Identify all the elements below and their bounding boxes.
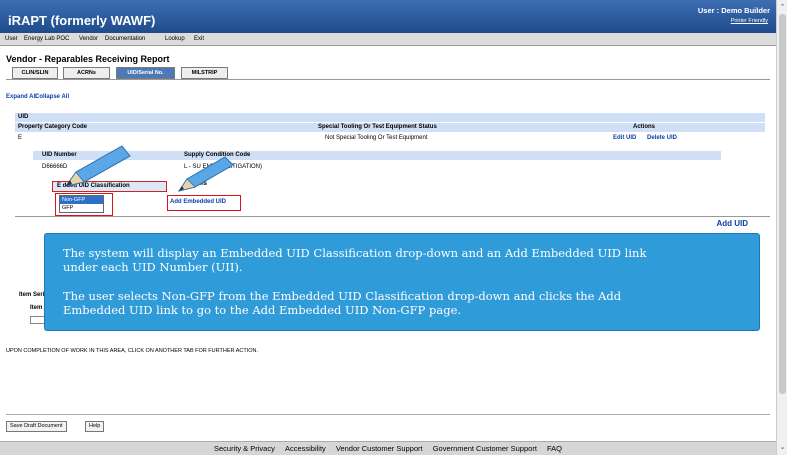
user-info: User : Demo Builder bbox=[697, 6, 770, 15]
scroll-down-icon[interactable]: ⌄ bbox=[778, 443, 787, 452]
item-label: Item bbox=[30, 305, 43, 311]
completion-notice: UPON COMPLETION OF WORK IN THIS AREA, CL… bbox=[6, 348, 259, 354]
menu-user[interactable]: User bbox=[5, 36, 18, 42]
footer-faq[interactable]: FAQ bbox=[547, 444, 562, 453]
add-embedded-uid-link[interactable]: Add Embedded UID bbox=[167, 195, 241, 211]
callout-line-2: under each UID Number (UII). bbox=[63, 260, 243, 274]
edit-uid-link[interactable]: Edit UID bbox=[613, 134, 636, 143]
uid-number-header: UID Number Supply Condition Code bbox=[33, 151, 721, 160]
col-special-tooling: Special Tooling Or Test Equipment Status bbox=[318, 124, 437, 130]
delete-uid-link[interactable]: Delete UID bbox=[647, 134, 677, 143]
tab-milstrip[interactable]: MILSTRIP bbox=[181, 67, 228, 79]
help-button[interactable]: Help bbox=[85, 421, 105, 432]
option-non-gfp[interactable]: Non-GFP bbox=[60, 196, 103, 204]
footer-government-support[interactable]: Government Customer Support bbox=[433, 444, 537, 453]
col-actions: Actions bbox=[633, 124, 656, 130]
uid-number-row: D66666D L - SU ENDED (LITIGATION) bbox=[33, 163, 721, 172]
footer: Security & Privacy Accessibility Vendor … bbox=[0, 441, 776, 455]
collapse-all-link[interactable]: Collapse All bbox=[35, 94, 69, 100]
vertical-scrollbar[interactable]: ⌃ ⌄ bbox=[776, 0, 787, 455]
menu-exit[interactable]: Exit bbox=[194, 36, 204, 42]
pencil-icon bbox=[64, 145, 131, 187]
menu-lookup[interactable]: Lookup bbox=[165, 36, 185, 42]
app-title: iRAPT (formerly WAWF) bbox=[8, 13, 156, 28]
tab-uid-serial[interactable]: UID/Serial No. bbox=[116, 67, 175, 79]
item-serial-label: Item Seri bbox=[19, 292, 45, 298]
option-gfp[interactable]: GFP bbox=[60, 204, 103, 212]
menu-energy-lab-poc[interactable]: Energy Lab POC bbox=[24, 36, 69, 42]
expand-all-link[interactable]: Expand All bbox=[6, 94, 37, 100]
callout-line-1: The system will display an Embedded UID … bbox=[63, 246, 647, 260]
special-status-value: Not Special Tooling Or Test Equipment bbox=[325, 135, 428, 141]
property-code-value: E bbox=[18, 135, 23, 141]
footer-vendor-support[interactable]: Vendor Customer Support bbox=[336, 444, 423, 453]
embedded-uid-classification-select[interactable]: Non-GFP GFP bbox=[59, 195, 104, 213]
add-uid-link[interactable]: Add UID bbox=[716, 219, 748, 228]
tab-divider bbox=[6, 79, 770, 80]
app-header: iRAPT (formerly WAWF) User : Demo Builde… bbox=[0, 0, 776, 33]
footer-accessibility[interactable]: Accessibility bbox=[285, 444, 326, 453]
page: iRAPT (formerly WAWF) User : Demo Builde… bbox=[0, 0, 776, 455]
printer-friendly-link[interactable]: Printer Friendly bbox=[731, 18, 768, 24]
menu-documentation[interactable]: Documentation bbox=[105, 36, 145, 42]
page-title: Vendor - Reparables Receiving Report bbox=[6, 54, 170, 64]
scroll-thumb[interactable] bbox=[779, 14, 786, 394]
callout-line-3: The user selects Non-GFP from the Embedd… bbox=[63, 289, 622, 303]
col-property-category: Property Category Code bbox=[18, 124, 88, 130]
section-divider bbox=[15, 216, 770, 217]
bottom-divider bbox=[6, 414, 770, 415]
tab-acrns[interactable]: ACRNs bbox=[63, 67, 110, 79]
footer-security-privacy[interactable]: Security & Privacy bbox=[214, 444, 275, 453]
uid-column-headers: Property Category Code Special Tooling O… bbox=[15, 123, 765, 132]
callout-line-4: Embedded UID link to go to the Add Embed… bbox=[63, 303, 462, 317]
scroll-up-icon[interactable]: ⌃ bbox=[778, 3, 787, 12]
pencil-icon bbox=[177, 156, 234, 192]
save-draft-button[interactable]: Save Draft Document bbox=[6, 421, 67, 432]
instruction-callout: The system will display an Embedded UID … bbox=[44, 233, 760, 331]
menu-bar: User Energy Lab POC Vendor Documentation… bbox=[0, 33, 776, 46]
menu-vendor[interactable]: Vendor bbox=[79, 36, 98, 42]
uid-section-header: UID bbox=[15, 113, 765, 122]
tab-clin-slin[interactable]: CLIN/SLIN bbox=[12, 67, 58, 79]
